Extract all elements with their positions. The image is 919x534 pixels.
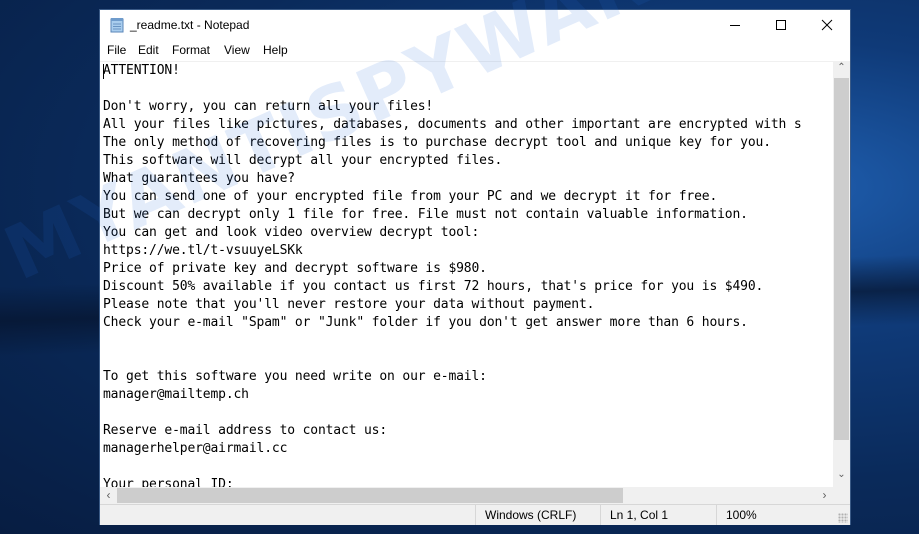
notepad-icon — [110, 18, 124, 33]
menu-view[interactable]: View — [224, 43, 250, 57]
horizontal-scrollbar[interactable]: ‹ › — [100, 487, 833, 504]
minimize-icon — [730, 25, 740, 26]
menu-help[interactable]: Help — [263, 43, 288, 57]
scroll-right-arrow-icon[interactable]: › — [816, 488, 833, 502]
vertical-scrollbar[interactable]: ⌃ ⌄ — [833, 61, 850, 487]
menu-edit[interactable]: Edit — [138, 43, 159, 57]
menu-format[interactable]: Format — [172, 43, 210, 57]
notepad-window: _readme.txt - Notepad File Edit Format V… — [99, 9, 851, 525]
scroll-left-arrow-icon[interactable]: ‹ — [100, 488, 117, 502]
text-caret — [103, 64, 104, 79]
status-cursor-position: Ln 1, Col 1 — [600, 505, 716, 525]
close-button[interactable] — [804, 10, 850, 40]
text-editor[interactable]: ATTENTION! Don't worry, you can return a… — [100, 61, 833, 488]
vertical-scroll-thumb[interactable] — [834, 78, 849, 440]
resize-grip-icon[interactable] — [838, 513, 848, 523]
window-title: _readme.txt - Notepad — [130, 18, 250, 32]
menu-bar: File Edit Format View Help — [100, 40, 850, 60]
status-zoom-level: 100% — [716, 505, 836, 525]
document-text[interactable]: ATTENTION! Don't worry, you can return a… — [103, 62, 802, 488]
scroll-down-arrow-icon[interactable]: ⌄ — [833, 469, 850, 480]
menu-file[interactable]: File — [107, 43, 126, 57]
maximize-button[interactable] — [758, 10, 804, 40]
status-bar: Windows (CRLF) Ln 1, Col 1 100% — [100, 504, 850, 525]
title-bar[interactable]: _readme.txt - Notepad — [100, 10, 850, 40]
close-icon — [821, 19, 833, 31]
horizontal-scroll-thumb[interactable] — [117, 488, 623, 503]
status-line-ending: Windows (CRLF) — [475, 505, 600, 525]
scroll-up-arrow-icon[interactable]: ⌃ — [833, 62, 850, 73]
maximize-icon — [776, 20, 786, 30]
scrollbar-corner — [833, 487, 850, 504]
minimize-button[interactable] — [712, 10, 758, 40]
